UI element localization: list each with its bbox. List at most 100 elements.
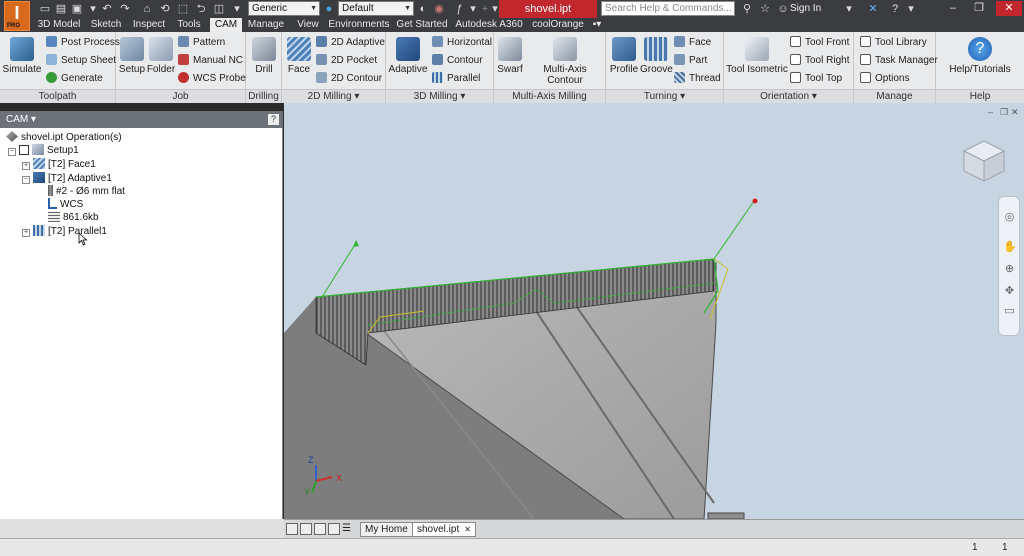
adjust-icon[interactable]: ◉ [432,2,446,16]
tree-item-parallel1[interactable]: + [T2] Parallel1 [22,225,107,238]
zoom-icon[interactable]: ⊕ [1003,263,1016,276]
pan-hand-icon[interactable]: ✋ [1003,241,1017,254]
panel-title-3d-milling[interactable]: 3D Milling ▾ [386,89,493,103]
adaptive-button[interactable]: Adaptive [388,35,428,85]
contour-button[interactable]: Contour [432,53,483,69]
save-icon[interactable]: ▣ [70,2,84,16]
tab-autodesk-a360[interactable]: Autodesk A360 [454,18,524,32]
tab-inspect[interactable]: Inspect [130,18,168,32]
help-dropdown-icon[interactable]: ▾ [904,2,918,16]
parallel-button[interactable]: Parallel [432,71,480,87]
browser-title[interactable]: CAM ▾ [6,114,36,125]
help-tutorials-button[interactable]: ? Help/Tutorials [942,35,1018,85]
viewport-close-button[interactable]: ✕ [1011,107,1021,117]
arrange-horizontal-icon[interactable] [314,523,326,535]
user-icon[interactable]: ☺ [776,2,790,16]
task-manager-button[interactable]: Task Manager [860,53,938,69]
part-button[interactable]: Part [674,53,707,69]
steering-wheel-icon[interactable]: ◎ [1003,211,1016,224]
panel-title-turning[interactable]: Turning ▾ [606,89,723,103]
tab-sketch[interactable]: Sketch [88,18,124,32]
tree-item-setup1[interactable]: − Setup1 [8,144,79,157]
fx-icon[interactable]: ƒ [452,2,466,16]
drill-button[interactable]: Drill [248,35,280,85]
minimize-button[interactable]: – [944,1,962,16]
expand-icon[interactable]: + [22,229,30,237]
wcs-probe-button[interactable]: WCS Probe [178,71,246,87]
tile-view-icon[interactable] [286,523,298,535]
tree-item-face1[interactable]: + [T2] Face1 [22,158,96,171]
binoculars-icon[interactable]: ⚲ [740,2,754,16]
tab-overflow-icon[interactable]: ▪▾ [590,18,604,32]
help-search-input[interactable]: Search Help & Commands... [601,1,735,16]
arrange-vertical-icon[interactable] [328,523,340,535]
panel-title-2d-milling[interactable]: 2D Milling ▾ [282,89,385,103]
browser-header[interactable]: CAM ▾ ? [0,111,283,128]
orbit-icon[interactable]: ✥ [1003,285,1016,298]
tab-menu-icon[interactable]: ☰ [342,523,354,535]
manual-nc-button[interactable]: Manual NC [178,53,243,69]
return-icon[interactable]: ⮌ [194,2,208,16]
tool-top-button[interactable]: Tool Top [790,71,842,87]
tab-view[interactable]: View [294,18,322,32]
tool-isometric-button[interactable]: Tool Isometric [726,35,788,85]
profile-button[interactable]: Profile [608,35,640,85]
close-button[interactable]: ✕ [996,1,1022,16]
signin-dropdown-icon[interactable]: ▾ [842,2,856,16]
material-select[interactable]: Generic ▼ [248,1,320,16]
customize-icon[interactable]: ▾ [230,2,244,16]
tab-tools[interactable]: Tools [174,18,204,32]
multi-axis-contour-button[interactable]: Multi-Axis Contour [526,35,604,86]
save-as-icon[interactable]: ▾ [86,2,100,16]
turning-face-button[interactable]: Face [674,35,711,51]
tree-item-adaptive1[interactable]: − [T2] Adaptive1 [22,172,112,185]
tree-item-operations[interactable]: shovel.ipt Operation(s) [6,131,122,144]
select-icon[interactable]: ⬚ [176,2,190,16]
options-button[interactable]: Options [860,71,909,87]
tree-item-nc-size[interactable]: 861.6kb [48,211,99,224]
tab-get-started[interactable]: Get Started [396,18,448,32]
restore-button[interactable]: ❐ [970,1,988,16]
tab-environments[interactable]: Environments [328,18,390,32]
tab-shovel-ipt[interactable]: shovel.ipt ✕ [412,522,476,537]
view-cube[interactable] [962,140,1006,182]
tab-cam[interactable]: CAM [210,18,242,32]
2d-adaptive-button[interactable]: 2D Adaptive [316,35,385,51]
tool-front-button[interactable]: Tool Front [790,35,849,51]
tab-close-icon[interactable]: ✕ [464,525,471,534]
tool-right-button[interactable]: Tool Right [790,53,849,69]
new-file-icon[interactable]: ▭ [38,2,52,16]
appearance-select[interactable]: Default ▼ [338,1,414,16]
clear-appearance-icon[interactable]: ◐ [416,2,430,16]
tab-manage[interactable]: Manage [246,18,286,32]
groove-button[interactable]: Groove [640,35,673,85]
undo-icon[interactable]: ↶ [100,2,114,16]
update-icon[interactable]: ⟲ [158,2,172,16]
folder-button[interactable]: Folder [146,35,176,85]
tool-library-button[interactable]: Tool Library [860,35,927,51]
pattern-button[interactable]: Pattern [178,35,225,51]
model-view[interactable]: Z X Y [284,103,1024,519]
viewport-minimize-button[interactable]: – [988,107,998,117]
app-logo[interactable]: I PRO [4,1,30,31]
look-at-icon[interactable]: ▭ [1003,305,1016,318]
face-button[interactable]: Face [284,35,314,85]
horizontal-button[interactable]: Horizontal [432,35,492,51]
expand-icon[interactable]: + [22,162,30,170]
tab-my-home[interactable]: My Home [360,522,413,537]
graphics-viewport[interactable]: Z X Y – ❐ ✕ [284,103,1024,519]
collapse-icon[interactable]: − [22,176,30,184]
exchange-icon[interactable]: ✕ [866,2,880,16]
tree-item-wcs[interactable]: WCS [48,198,83,211]
tree-item-tool[interactable]: #2 - Ø6 mm flat [48,185,125,198]
2d-contour-button[interactable]: 2D Contour [316,71,382,87]
panel-title-orientation[interactable]: Orientation ▾ [724,89,853,103]
tab-3d-model[interactable]: 3D Model [36,18,82,32]
favorites-star-icon[interactable]: ☆ [758,2,772,16]
cascade-view-icon[interactable] [300,523,312,535]
help-icon[interactable]: ? [888,2,902,16]
browser-help-icon[interactable]: ? [268,114,279,125]
swarf-button[interactable]: Swarf [496,35,524,85]
viewport-restore-button[interactable]: ❐ [1000,107,1010,117]
collapse-icon[interactable]: − [8,148,16,156]
